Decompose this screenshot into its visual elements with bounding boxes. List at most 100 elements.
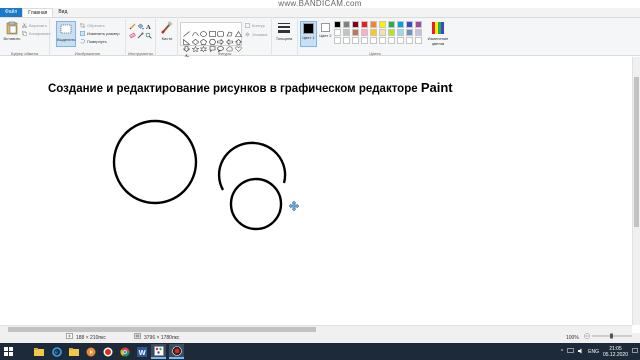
palette-swatch[interactable] xyxy=(388,21,395,28)
palette-swatch[interactable] xyxy=(334,37,341,44)
tray-volume-icon[interactable] xyxy=(578,348,584,356)
palette-swatch[interactable] xyxy=(379,29,386,36)
taskbar-yandex[interactable] xyxy=(100,344,115,359)
shape-up-arrow-icon[interactable] xyxy=(234,32,242,45)
shape-hexagon-icon[interactable] xyxy=(208,32,216,45)
palette-swatch[interactable] xyxy=(415,29,422,36)
palette-swatch[interactable] xyxy=(343,29,350,36)
palette-swatch[interactable] xyxy=(388,29,395,36)
palette-swatch[interactable] xyxy=(352,37,359,44)
shape-star-five-icon[interactable] xyxy=(191,39,200,53)
magnifier-icon[interactable] xyxy=(145,32,152,39)
notifications-icon[interactable] xyxy=(632,347,638,356)
shape-down-arrow-icon[interactable] xyxy=(182,39,191,52)
vertical-scrollbar[interactable] xyxy=(632,57,640,325)
shape-left-arrow-icon[interactable] xyxy=(226,32,233,45)
palette-swatch[interactable] xyxy=(397,37,404,44)
palette-swatch[interactable] xyxy=(343,37,350,44)
shape-line-icon[interactable] xyxy=(183,24,190,37)
horizontal-scrollbar[interactable] xyxy=(0,325,632,333)
resize-button[interactable]: Изменить размер xyxy=(80,30,120,37)
edit-colors-button[interactable]: Изменение цветов xyxy=(426,21,450,47)
copy-icon xyxy=(22,31,27,36)
eraser-icon[interactable] xyxy=(129,32,136,39)
taskbar-chrome[interactable] xyxy=(117,344,132,359)
palette-swatch[interactable] xyxy=(361,29,368,36)
shape-rounded-rectangle-icon[interactable] xyxy=(217,24,225,37)
select-button[interactable]: Выделить xyxy=(56,21,76,47)
palette-swatch[interactable] xyxy=(379,37,386,44)
palette-swatch[interactable] xyxy=(415,21,422,28)
tab-view[interactable]: Вид xyxy=(53,8,72,17)
shapes-gallery[interactable] xyxy=(180,22,242,60)
tray-up-arrow-icon[interactable]: ^ xyxy=(561,349,563,355)
cut-button[interactable]: Вырезать xyxy=(22,22,47,29)
shape-pentagon-icon[interactable] xyxy=(200,32,208,45)
palette-swatch[interactable] xyxy=(334,21,341,28)
palette-swatch[interactable] xyxy=(415,37,422,44)
color-picker-icon[interactable] xyxy=(137,32,144,39)
size-button[interactable]: Толщина xyxy=(274,21,294,47)
palette-swatch[interactable] xyxy=(388,37,395,44)
palette-swatch[interactable] xyxy=(406,21,413,28)
palette-swatch[interactable] xyxy=(370,21,377,28)
brushes-button[interactable]: Кисти xyxy=(157,21,177,47)
shape-callout-rect-icon[interactable] xyxy=(209,39,216,53)
vertical-scroll-thumb[interactable] xyxy=(634,77,639,227)
shape-callout-oval-icon[interactable] xyxy=(217,39,225,53)
shape-polygon-icon[interactable] xyxy=(226,24,233,37)
palette-swatch[interactable] xyxy=(397,29,404,36)
taskbar-ie[interactable]: e xyxy=(49,344,64,359)
taskbar-explorer[interactable] xyxy=(31,344,46,359)
pencil-icon[interactable] xyxy=(129,23,136,30)
shape-heart-icon[interactable] xyxy=(234,39,242,52)
tab-home[interactable]: Главная xyxy=(22,8,54,17)
outline-button[interactable]: Контур xyxy=(245,22,265,29)
shape-oval-icon[interactable] xyxy=(200,24,207,37)
cursor-position-icon xyxy=(66,333,73,343)
color2-button[interactable]: Цвет 2 xyxy=(318,21,333,47)
palette-swatch[interactable] xyxy=(379,21,386,28)
shape-right-arrow-icon[interactable] xyxy=(217,32,225,45)
shape-curve-icon[interactable] xyxy=(191,24,199,37)
palette-swatch[interactable] xyxy=(352,29,359,36)
copy-button[interactable]: Копировать xyxy=(22,30,51,37)
rotate-button[interactable]: Повернуть xyxy=(80,38,107,45)
shape-diamond-icon[interactable] xyxy=(191,32,199,45)
shape-right-triangle-icon[interactable] xyxy=(183,32,191,45)
taskbar-word[interactable]: W xyxy=(134,344,149,359)
fill-bucket-icon[interactable] xyxy=(137,23,144,30)
taskbar-folder[interactable] xyxy=(66,344,81,359)
palette-swatch[interactable] xyxy=(406,37,413,44)
palette-swatch[interactable] xyxy=(361,21,368,28)
zoom-slider[interactable] xyxy=(592,333,632,339)
tab-file[interactable]: Файл xyxy=(0,8,23,17)
input-language[interactable]: ENG xyxy=(588,349,599,355)
shape-star-six-icon[interactable] xyxy=(199,39,208,53)
palette-swatch[interactable] xyxy=(352,21,359,28)
shape-rectangle-icon[interactable] xyxy=(208,24,216,37)
start-button[interactable] xyxy=(1,344,16,359)
paste-button[interactable]: Вставить xyxy=(2,21,22,47)
crop-button[interactable]: Обрезать xyxy=(80,22,105,29)
taskbar-bandicam[interactable] xyxy=(169,344,184,359)
horizontal-scroll-thumb[interactable] xyxy=(8,327,316,332)
palette-swatch[interactable] xyxy=(370,29,377,36)
palette-swatch[interactable] xyxy=(343,21,350,28)
taskbar-media[interactable] xyxy=(83,344,98,359)
fill-button[interactable]: Заливка xyxy=(245,31,267,38)
shape-triangle-icon[interactable] xyxy=(234,24,242,37)
text-tool-icon[interactable]: A xyxy=(145,23,152,30)
shape-cloud-icon[interactable] xyxy=(226,39,233,52)
zoom-out-button[interactable] xyxy=(584,333,590,339)
color1-button[interactable]: Цвет 1 xyxy=(300,21,317,47)
palette-swatch[interactable] xyxy=(406,29,413,36)
tray-network-icon[interactable] xyxy=(567,347,574,356)
palette-swatch[interactable] xyxy=(370,37,377,44)
palette-swatch[interactable] xyxy=(397,21,404,28)
clock[interactable]: 21:05 05.12.2020 xyxy=(603,346,628,358)
palette-swatch[interactable] xyxy=(334,29,341,36)
group-brushes: Кисти xyxy=(156,19,178,56)
palette-swatch[interactable] xyxy=(361,37,368,44)
taskbar-paint[interactable] xyxy=(151,344,166,359)
